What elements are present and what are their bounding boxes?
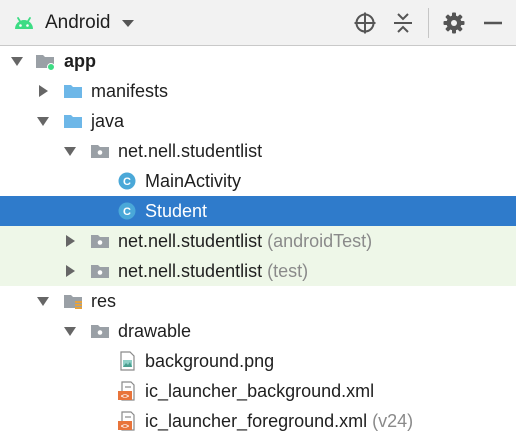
chevron-down-icon[interactable] [63, 144, 77, 158]
select-opened-file-button[interactable] [351, 9, 379, 37]
toolbar-separator [428, 8, 429, 38]
tree-node-label: net.nell.studentlist [118, 141, 263, 161]
class-icon: C [118, 202, 136, 220]
chevron-down-icon[interactable] [63, 324, 77, 338]
project-tree: app manifests java net.nell.studentlist … [0, 46, 516, 431]
chevron-down-icon [121, 20, 134, 27]
tree-node-mainactivity[interactable]: C MainActivity [0, 166, 516, 196]
package-icon [91, 265, 109, 278]
settings-button[interactable] [440, 9, 468, 37]
svg-text:C: C [123, 206, 131, 218]
tree-node-label: res [91, 291, 117, 311]
svg-text:C: C [123, 176, 131, 188]
tree-node-java[interactable]: java [0, 106, 516, 136]
hide-panel-button[interactable] [479, 9, 507, 37]
minimize-icon [484, 21, 502, 25]
tree-node-label: ic_launcher_background.xml [145, 381, 375, 401]
xml-file-icon: <> [118, 381, 135, 401]
tree-node-label: net.nell.studentlist (test) [118, 261, 309, 281]
tree-node-label: app [64, 51, 97, 71]
tree-node-label: java [91, 111, 125, 131]
class-icon: C [118, 172, 136, 190]
android-icon [15, 17, 33, 29]
package-icon [91, 145, 109, 158]
xml-file-icon: <> [118, 411, 135, 431]
tree-node-student[interactable]: C Student [0, 196, 516, 226]
tree-node-label: net.nell.studentlist (androidTest) [118, 231, 373, 251]
chevron-down-icon[interactable] [36, 294, 50, 308]
tree-node-label: MainActivity [145, 171, 242, 191]
tree-node-label: manifests [91, 81, 169, 101]
tree-node-ic-launcher-background[interactable]: <> ic_launcher_background.xml [0, 376, 516, 406]
chevron-down-icon[interactable] [10, 54, 24, 68]
tree-node-manifests[interactable]: manifests [0, 76, 516, 106]
view-selector[interactable]: Android [12, 10, 135, 36]
tree-node-label: drawable [118, 321, 192, 341]
package-icon [91, 235, 109, 248]
tree-node-drawable[interactable]: drawable [0, 316, 516, 346]
crosshair-icon [354, 12, 376, 34]
qualifier-suffix: (v24) [367, 411, 414, 431]
chevron-right-icon[interactable] [63, 264, 77, 278]
tree-node-package-androidtest[interactable]: net.nell.studentlist (androidTest) [0, 226, 516, 256]
tree-node-label: Student [145, 201, 208, 221]
folder-icon [64, 85, 82, 98]
tree-node-label: ic_launcher_foreground.xml (v24) [145, 411, 414, 431]
res-folder-icon [64, 295, 82, 309]
gear-icon [443, 12, 465, 34]
tree-node-app[interactable]: app [0, 46, 516, 76]
tree-node-background-png[interactable]: background.png [0, 346, 516, 376]
view-selector-label: Android [45, 12, 111, 33]
package-icon [91, 325, 109, 338]
source-set-suffix: (test) [262, 261, 309, 281]
collapse-all-button[interactable] [389, 9, 417, 37]
svg-text:<>: <> [121, 394, 129, 401]
tree-node-res[interactable]: res [0, 286, 516, 316]
tree-node-label: background.png [145, 351, 275, 371]
chevron-down-icon[interactable] [36, 114, 50, 128]
tree-node-package-main[interactable]: net.nell.studentlist [0, 136, 516, 166]
source-set-suffix: (androidTest) [262, 231, 373, 251]
tree-node-package-test[interactable]: net.nell.studentlist (test) [0, 256, 516, 286]
chevron-right-icon[interactable] [63, 234, 77, 248]
tree-node-ic-launcher-foreground[interactable]: <> ic_launcher_foreground.xml (v24) [0, 406, 516, 436]
svg-text:<>: <> [121, 424, 129, 431]
chevron-right-icon[interactable] [36, 84, 50, 98]
project-toolbar: Android [0, 0, 516, 46]
image-file-icon [120, 351, 135, 371]
collapse-all-icon [394, 13, 412, 33]
folder-icon [64, 115, 82, 128]
module-folder-icon [36, 55, 55, 71]
